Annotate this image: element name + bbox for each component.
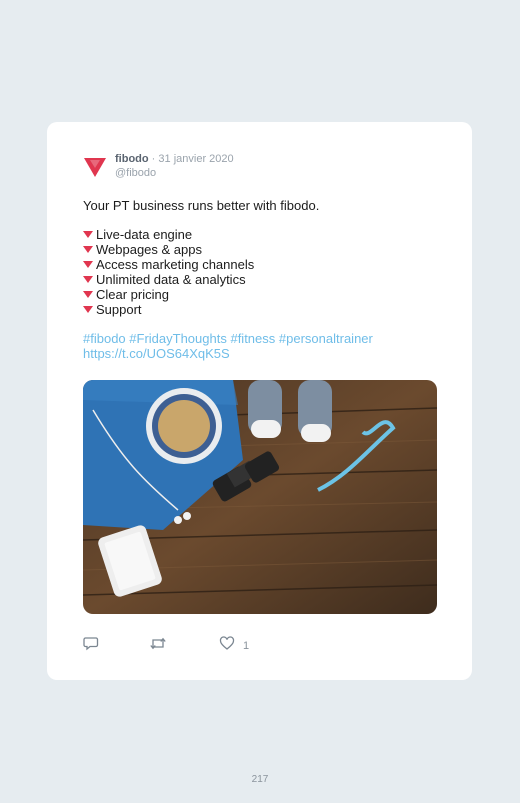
tweet-actions: 1 xyxy=(83,636,383,654)
list-item-label: Unlimited data & analytics xyxy=(96,272,246,287)
separator: · xyxy=(151,153,156,165)
red-triangle-icon xyxy=(83,231,93,238)
list-item: Access marketing channels xyxy=(83,257,443,272)
list-item-label: Webpages & apps xyxy=(96,242,202,257)
like-icon xyxy=(219,636,235,656)
red-triangle-icon xyxy=(83,291,93,298)
tweet-header: fibodo · 31 janvier 2020 @fibodo xyxy=(115,152,234,180)
red-triangle-icon xyxy=(83,306,93,313)
retweet-icon xyxy=(149,636,167,656)
like-button[interactable]: 1 xyxy=(219,636,249,656)
hashtag-link[interactable]: #fitness xyxy=(230,331,275,346)
list-item: Live-data engine xyxy=(83,227,443,242)
list-item-label: Clear pricing xyxy=(96,287,169,302)
tweet-intro: Your PT business runs better with fibodo… xyxy=(83,198,320,213)
reply-icon xyxy=(83,636,99,656)
list-item-label: Support xyxy=(96,302,142,317)
page-number: 217 xyxy=(251,774,269,785)
red-triangle-icon xyxy=(83,276,93,283)
red-triangle-icon xyxy=(83,246,93,253)
list-item-label: Access marketing channels xyxy=(96,257,255,272)
list-item: Support xyxy=(83,302,443,317)
hashtags: #fibodo #FridayThoughts #fitness #person… xyxy=(83,331,443,361)
tweet-link[interactable]: https://t.co/UOS64XqK5S xyxy=(83,346,230,361)
retweet-button[interactable] xyxy=(149,636,167,656)
red-triangle-icon xyxy=(83,261,93,268)
list-item: Clear pricing xyxy=(83,287,443,302)
hashtag-link[interactable]: #fibodo xyxy=(83,331,126,346)
list-item: Webpages & apps xyxy=(83,242,443,257)
tweet-photo[interactable] xyxy=(83,380,437,614)
author-name[interactable]: fibodo xyxy=(115,153,149,165)
feature-list: Live-data engine Webpages & apps Access … xyxy=(83,227,443,317)
hashtag-link[interactable]: #FridayThoughts xyxy=(129,331,227,346)
reply-button[interactable] xyxy=(83,636,99,656)
tweet-text: Your PT business runs better with fibodo… xyxy=(83,198,443,361)
tweet-card: fibodo · 31 janvier 2020 @fibodo Your PT… xyxy=(47,122,472,680)
author-handle[interactable]: @fibodo xyxy=(115,166,234,180)
hashtag-link[interactable]: #personaltrainer xyxy=(279,331,373,346)
list-item: Unlimited data & analytics xyxy=(83,272,443,287)
fibodo-logo-icon[interactable] xyxy=(83,156,107,178)
like-count: 1 xyxy=(243,640,250,652)
list-item-label: Live-data engine xyxy=(96,227,193,242)
tweet-date[interactable]: 31 janvier 2020 xyxy=(158,153,233,165)
